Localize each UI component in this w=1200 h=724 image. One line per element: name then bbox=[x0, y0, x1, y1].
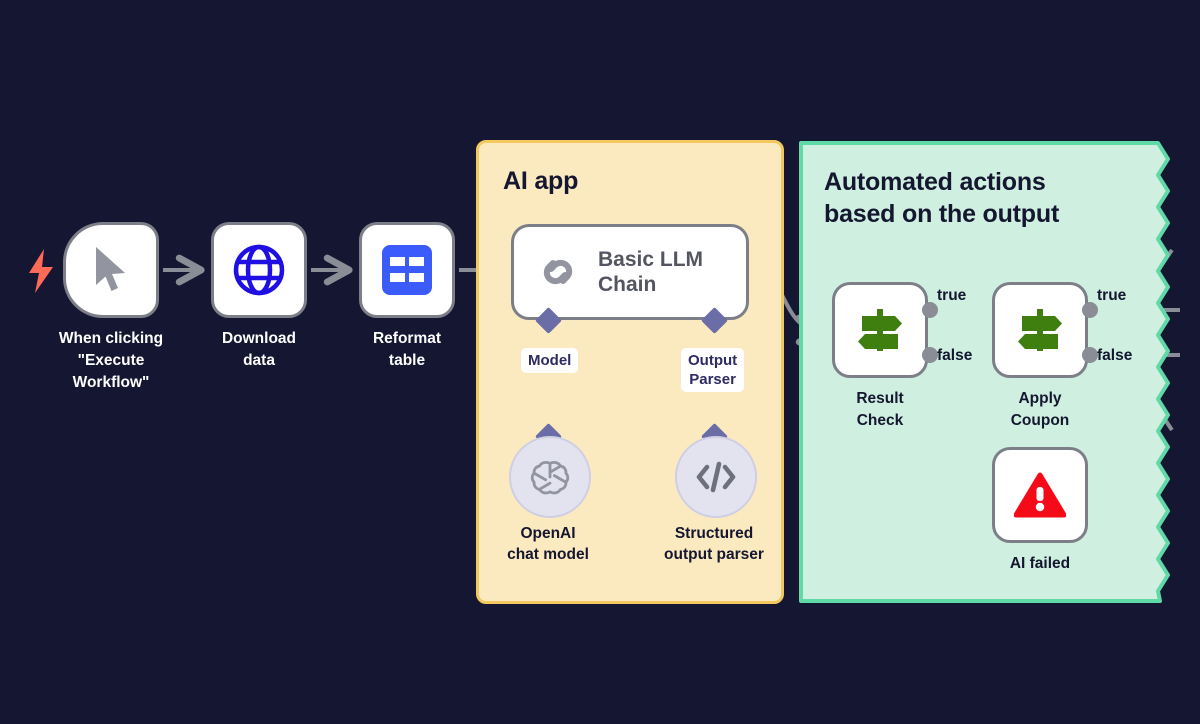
port-result-check-true[interactable] bbox=[922, 302, 938, 318]
io-label-result-check-false: false bbox=[937, 347, 973, 364]
node-reformat-table[interactable] bbox=[359, 222, 455, 318]
badge-line-1: Model bbox=[528, 352, 572, 369]
table-icon bbox=[382, 245, 432, 295]
badge-line-1: Output bbox=[688, 352, 738, 369]
badge-output-parser: Output Parser bbox=[681, 348, 745, 392]
label-line-1: Apply bbox=[1018, 390, 1062, 407]
node-download-data[interactable] bbox=[211, 222, 307, 318]
label-line-3: Workflow" bbox=[72, 374, 150, 391]
label-line-1: Structured bbox=[674, 525, 754, 542]
ai-app-panel-title: AI app bbox=[503, 167, 579, 195]
title-line-1: Basic LLM bbox=[598, 248, 704, 271]
label-line-1: AI failed bbox=[1009, 555, 1071, 572]
warning-triangle-icon bbox=[1014, 472, 1066, 518]
node-ai-failed[interactable] bbox=[992, 447, 1088, 543]
label-apply-coupon: Apply Coupon bbox=[940, 388, 1140, 432]
subnode-structured-output-parser[interactable] bbox=[675, 436, 757, 518]
chain-link-icon bbox=[543, 259, 573, 285]
panel-title-line-2: based on the output bbox=[824, 200, 1060, 228]
port-apply-coupon-true[interactable] bbox=[1082, 302, 1098, 318]
label-line-1: Reformat bbox=[372, 330, 442, 347]
openai-icon bbox=[530, 461, 570, 495]
io-label-result-check-true: true bbox=[937, 287, 967, 304]
code-brackets-icon bbox=[696, 461, 736, 493]
io-label-apply-coupon-false: false bbox=[1097, 347, 1133, 364]
basic-llm-chain-title: Basic LLM Chain bbox=[598, 247, 703, 297]
label-line-2: Coupon bbox=[1010, 412, 1070, 429]
subnode-openai-chat-model[interactable] bbox=[509, 436, 591, 518]
automated-actions-panel-title: Automated actions based on the output bbox=[824, 166, 1059, 230]
port-result-check-false[interactable] bbox=[922, 347, 938, 363]
label-line-2: output parser bbox=[664, 546, 764, 563]
signpost-icon bbox=[1018, 309, 1062, 351]
label-line-2: table bbox=[388, 352, 426, 369]
signpost-icon bbox=[858, 309, 902, 351]
io-label-apply-coupon-true: true bbox=[1097, 287, 1127, 304]
globe-icon bbox=[233, 244, 285, 296]
label-ai-failed: AI failed bbox=[940, 553, 1140, 575]
node-when-clicking-execute-workflow[interactable] bbox=[63, 222, 159, 318]
node-apply-coupon[interactable] bbox=[992, 282, 1088, 378]
title-line-2: Chain bbox=[598, 273, 657, 296]
label-structured-output-parser: Structured output parser bbox=[614, 523, 814, 565]
node-basic-llm-chain[interactable]: Basic LLM Chain bbox=[511, 224, 749, 320]
workflow-canvas: AI app Automated actions based on the ou… bbox=[0, 0, 1200, 724]
panel-title-line-1: Automated actions bbox=[824, 168, 1046, 196]
port-apply-coupon-false[interactable] bbox=[1082, 347, 1098, 363]
badge-line-2: Parser bbox=[689, 371, 736, 388]
node-result-check[interactable] bbox=[832, 282, 928, 378]
mouse-cursor-icon bbox=[96, 247, 125, 291]
badge-model: Model bbox=[521, 348, 579, 373]
lightning-bolt-icon bbox=[29, 249, 53, 293]
label-reformat-table: Reformat table bbox=[307, 328, 507, 372]
